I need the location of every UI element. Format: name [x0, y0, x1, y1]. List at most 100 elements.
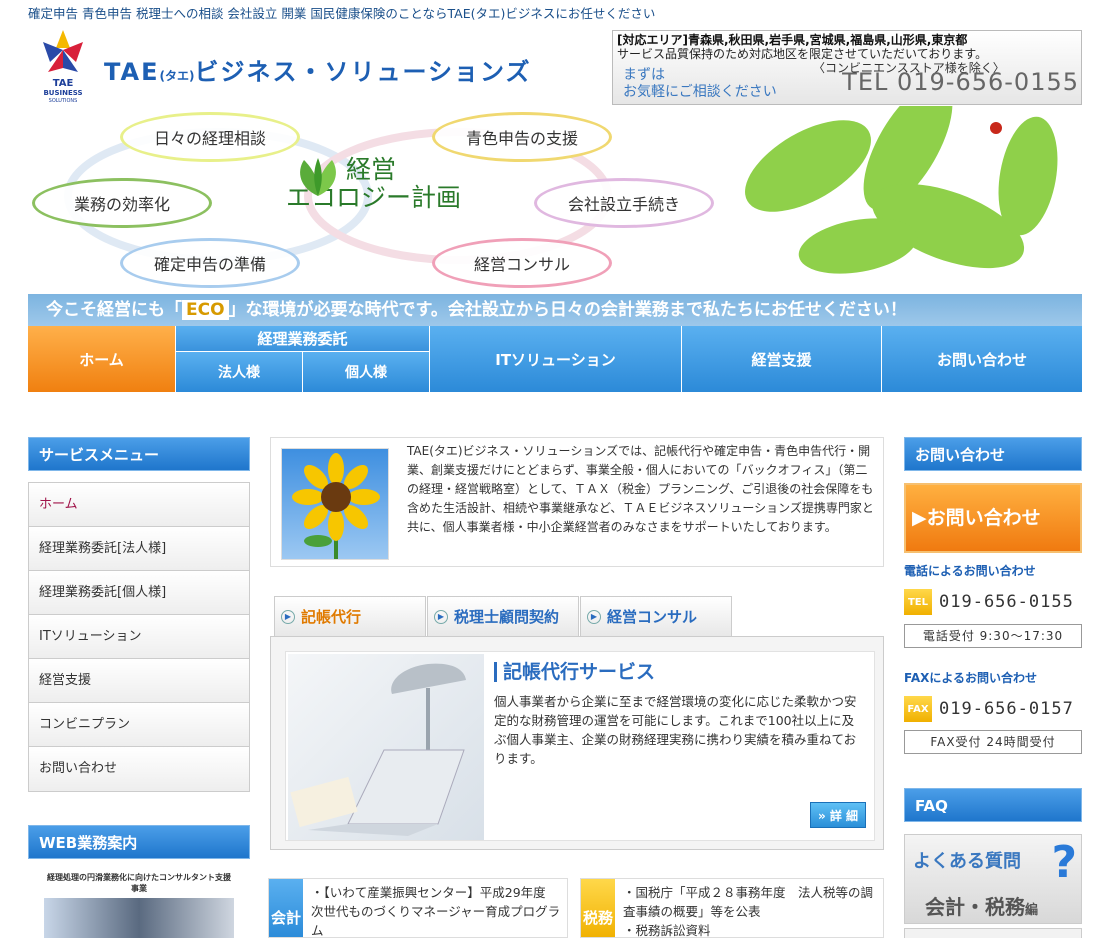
eco-banner: 今こそ経営にも「 ECO 」な環境が必要な時代です。会社設立から日々の会計業務まで私… — [28, 294, 1082, 326]
tab-bookkeeping[interactable]: ▶ 記帳代行 — [274, 596, 426, 636]
bubble-daily-accounting: 日々の経理相談 — [120, 112, 300, 162]
tab-arrow-icon: ▶ — [281, 609, 295, 624]
nav-contact[interactable]: お問い合わせ — [882, 326, 1082, 392]
news-accounting-line-3: ム — [311, 923, 324, 938]
fax-hours: FAX受付 24時間受付 — [904, 730, 1082, 754]
bubble-blue-return: 青色申告の支援 — [432, 112, 612, 162]
news-tax: 税務 ・国税庁「平成２８事務年度 法人税等の調 査事績の概要」等を公表 ・税務訴… — [580, 878, 884, 938]
leaf-icon — [300, 158, 336, 196]
faq-next-item[interactable] — [904, 928, 1082, 938]
nav-accounting[interactable]: 経理業務委託 — [176, 326, 429, 352]
nav-it-solution[interactable]: ITソリューション — [430, 326, 682, 392]
detail-button[interactable]: » 詳 細 — [810, 802, 866, 828]
menu-accounting-individual[interactable]: 経理業務委託[個人様] — [29, 571, 249, 615]
news-accounting-line-1: ・【いわて産業振興センター】平成29年度 — [311, 885, 546, 900]
menu-management-support[interactable]: 経営支援 — [29, 659, 249, 703]
logo-text-1: TAE — [53, 78, 74, 89]
top-tagline: 確定申告 青色申告 税理士への相談 会社設立 開業 国民健康保険のことならTAE… — [28, 6, 656, 21]
logo-text-3: SOLUTIONS — [49, 98, 78, 104]
news-accounting: 会計 ・【いわて産業振興センター】平成29年度 次世代ものづくりマネージャー育成… — [268, 878, 568, 938]
news-tax-text[interactable]: ・国税庁「平成２８事務年度 法人税等の調 査事績の概要」等を公表 ・税務訴訟資料 — [623, 883, 874, 938]
contact-title: お問い合わせ — [904, 437, 1082, 471]
intro-box: TAE(タエ)ビジネス・ソリューションズでは、記帳代行や確定申告・青色申告代行・… — [270, 437, 884, 567]
service-menu: ホーム 経理業務委託[法人様] 経理業務委託[個人様] ITソリューション 経営… — [28, 482, 250, 792]
fax-number[interactable]: 019-656-0157 — [939, 699, 1074, 719]
company-logo[interactable]: TAE BUSINESS SOLUTIONS — [28, 28, 98, 106]
faq-category-text: 会計・税務 — [925, 895, 1025, 919]
tel-icon: TEL — [904, 589, 932, 615]
nav-accounting-corporate[interactable]: 法人様 — [176, 352, 303, 392]
fax-row: FAX 019-656-0157 — [904, 695, 1074, 723]
faq-label: よくある質問 — [913, 851, 1021, 872]
news-tax-line-3: ・税務訴訟資料 — [623, 923, 711, 938]
menu-contact[interactable]: お問い合わせ — [29, 747, 249, 791]
banner-post: 」な環境が必要な時代です。会社設立から日々の会計業務まで私たちにお任せください！ — [228, 300, 907, 320]
header-contact-box: [対応エリア]青森県,秋田県,岩手県,宮城県,福島県,山形県,東京都 サービス品… — [612, 30, 1082, 105]
quality-note: サービス品質保持のため対応地区を限定させていただいております。 — [617, 47, 988, 61]
fax-icon: FAX — [904, 696, 932, 722]
nav-management-support[interactable]: 経営支援 — [682, 326, 882, 392]
panel-title: 記帳代行サービス — [494, 662, 655, 682]
brand-name-pre: TAE — [104, 58, 160, 86]
faq-category: 会計・税務編 — [925, 891, 1038, 920]
phone-number[interactable]: 019-656-0155 — [939, 592, 1074, 612]
news-accounting-text[interactable]: ・【いわて産業振興センター】平成29年度 次世代ものづくりマネージャー育成プログ… — [311, 883, 561, 938]
brand-name-post: ビジネス・ソリューションズ — [194, 58, 532, 86]
faq-category-suffix: 編 — [1025, 903, 1039, 918]
tab-consulting-label: 経営コンサル — [607, 608, 698, 626]
tab-arrow-icon: ▶ — [434, 609, 448, 624]
faq-title: FAQ — [904, 788, 1082, 822]
news-tax-line-1: ・国税庁「平成２８事務年度 法人税等の調 — [623, 885, 874, 900]
banner-eco: ECO — [182, 300, 229, 320]
contact-button[interactable]: ▶お問い合わせ — [904, 483, 1082, 553]
menu-convenience-plan[interactable]: コンビニプラン — [29, 703, 249, 747]
phone-hours: 電話受付 9:30〜17:30 — [904, 624, 1082, 648]
banner-pre: 今こそ経営にも「 — [46, 300, 182, 320]
tab-tax-advisor-label: 税理士顧問契約 — [454, 608, 560, 626]
service-tabs: ▶ 記帳代行 ▶ 税理士顧問契約 ▶ 経営コンサル — [274, 596, 733, 636]
tab-consulting[interactable]: ▶ 経営コンサル — [580, 596, 732, 636]
logo-text-2: BUSINESS — [43, 89, 82, 97]
bubble-consulting: 経営コンサル — [432, 238, 612, 288]
phone-row: TEL 019-656-0155 — [904, 588, 1074, 616]
consult-invite-1: まずは — [623, 67, 665, 83]
question-icon: ? — [1051, 837, 1077, 888]
fax-label: FAXによるお問い合わせ — [904, 671, 1038, 685]
news-tax-tab[interactable]: 税務 — [581, 879, 615, 937]
panel-text: 個人事業者から企業に至まで経営環境の変化に応じた柔軟かつ安定的な財務管理の運営を… — [494, 694, 857, 766]
service-menu-title: サービスメニュー — [28, 437, 250, 471]
consult-invite: まずは お気軽にご相談ください — [623, 67, 777, 101]
intro-text: TAE(タエ)ビジネス・ソリューションズでは、記帳代行や確定申告・青色申告代行・… — [407, 444, 874, 534]
nav-accounting-group: 経理業務委託 法人様 個人様 — [176, 326, 430, 392]
tab-arrow-icon: ▶ — [587, 609, 601, 624]
tab-panel: 記帳代行サービス 個人事業者から企業に至まで経営環境の変化に応じた柔軟かつ安定的… — [270, 636, 884, 850]
web-guide-caption: 経理処理の円滑業務化に向けたコンサルタント支援事業 — [47, 873, 231, 893]
web-guide-title: WEB業務案内 — [28, 825, 250, 859]
brand-name-kana: (タエ) — [159, 69, 195, 83]
hero-image: 日々の経理相談 青色申告の支援 業務の効率化 会社設立手続き 確定申告の準備 経… — [28, 106, 1082, 294]
sunflower-image — [281, 448, 389, 560]
header-phone-number[interactable]: TEL 019-656-0155 — [842, 70, 1079, 94]
menu-home[interactable]: ホーム — [29, 483, 249, 527]
faq-accounting-tax[interactable]: よくある質問 ? 会計・税務編 — [904, 834, 1082, 924]
menu-accounting-corporate[interactable]: 経理業務委託[法人様] — [29, 527, 249, 571]
web-guide-banner[interactable]: 経理処理の円滑業務化に向けたコンサルタント支援事業 — [44, 872, 234, 938]
service-area: [対応エリア]青森県,秋田県,岩手県,宮城県,福島県,山形県,東京都 — [617, 33, 968, 47]
news-tax-line-2: 査事績の概要」等を公表 — [623, 904, 761, 919]
phone-label: 電話によるお問い合わせ — [904, 564, 1036, 578]
bubble-efficiency: 業務の効率化 — [32, 178, 212, 228]
nav-home[interactable]: ホーム — [28, 326, 176, 392]
bubble-incorporation: 会社設立手続き — [534, 178, 714, 228]
consult-invite-2: お気軽にご相談ください — [623, 84, 777, 100]
office-desk-image — [288, 654, 484, 840]
news-accounting-tab[interactable]: 会計 — [269, 879, 303, 937]
main-nav: ホーム 経理業務委託 法人様 個人様 ITソリューション 経営支援 お問い合わせ — [28, 326, 1082, 392]
tab-bookkeeping-label: 記帳代行 — [301, 608, 362, 626]
brand-name[interactable]: TAE(タエ)ビジネス・ソリューションズ — [104, 52, 532, 87]
news-accounting-line-2: 次世代ものづくりマネージャー育成プログラ — [311, 904, 561, 919]
nav-accounting-individual[interactable]: 個人様 — [303, 352, 429, 392]
bubble-tax-return-prep: 確定申告の準備 — [120, 238, 300, 288]
web-guide-photo — [44, 898, 234, 938]
menu-it-solution[interactable]: ITソリューション — [29, 615, 249, 659]
tab-tax-advisor[interactable]: ▶ 税理士顧問契約 — [427, 596, 579, 636]
